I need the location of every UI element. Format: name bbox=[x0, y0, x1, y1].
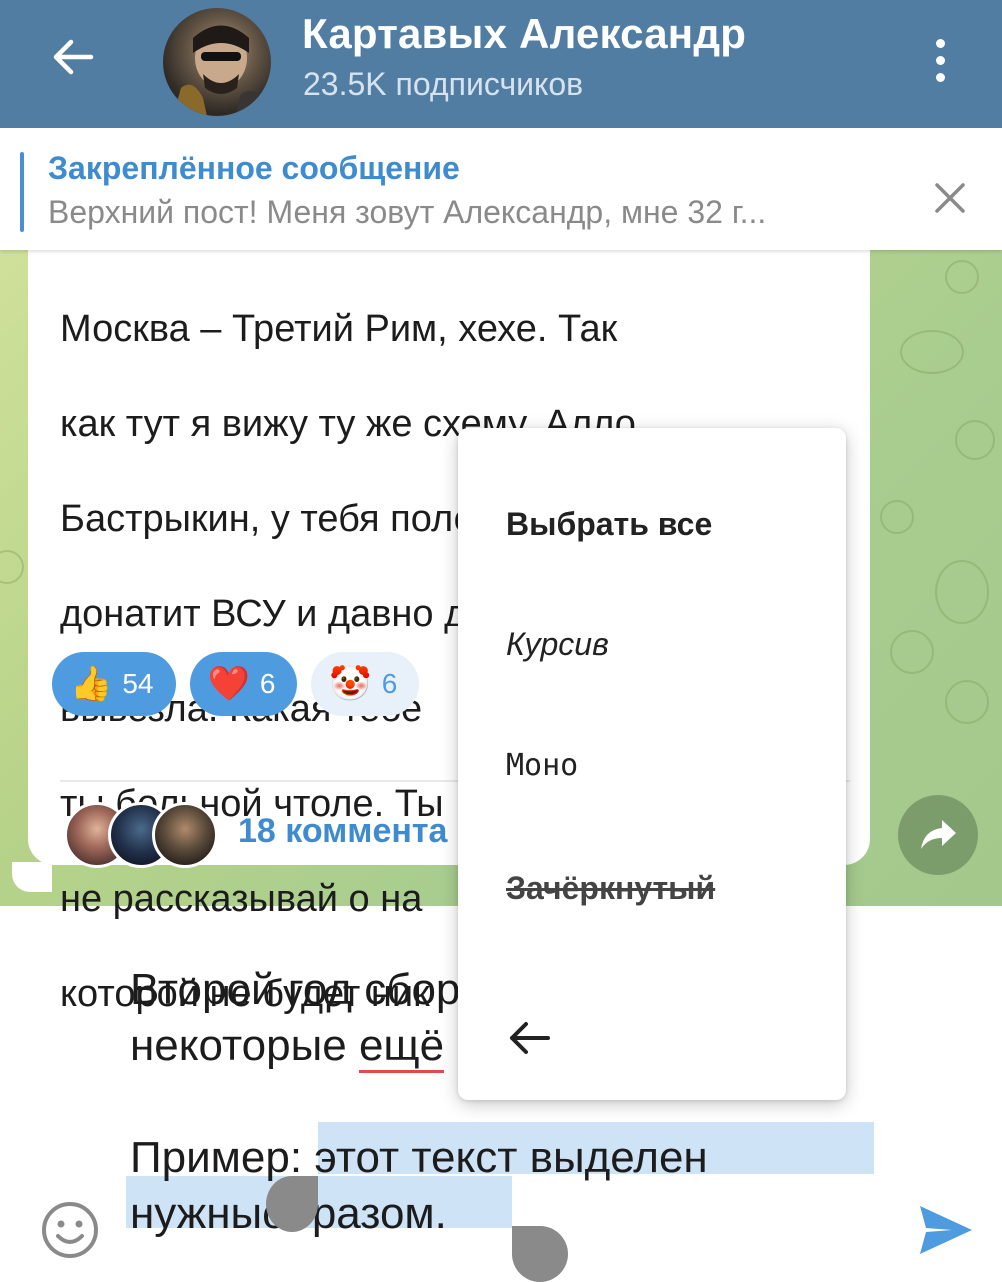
doodle bbox=[935, 560, 989, 624]
reaction-count: 6 bbox=[259, 668, 276, 699]
menu-back-button[interactable] bbox=[506, 1018, 554, 1066]
pinned-title: Закреплённое сообщение bbox=[48, 150, 460, 186]
reaction-count: 6 bbox=[381, 668, 398, 699]
close-icon bbox=[935, 183, 965, 213]
menu-item-italic[interactable]: Курсив bbox=[506, 626, 609, 663]
heart-icon: ❤️ bbox=[207, 665, 250, 703]
more-menu-button[interactable] bbox=[920, 30, 960, 90]
pinned-preview: Верхний пост! Меня зовут Александр, мне … bbox=[48, 194, 767, 230]
text-span: Пример: bbox=[130, 1133, 315, 1182]
chat-header: Картавых Александр 23.5K подписчиков bbox=[0, 0, 1002, 128]
reaction-thumbs-up[interactable]: 👍 54 bbox=[52, 652, 176, 716]
text-span: некоторые bbox=[130, 1021, 359, 1070]
reaction-count: 54 bbox=[122, 668, 154, 699]
smiley-icon bbox=[42, 1202, 98, 1258]
comments-link[interactable]: 18 коммента bbox=[238, 812, 447, 851]
reaction-clown[interactable]: 🤡 6 bbox=[311, 652, 420, 716]
share-arrow-icon bbox=[921, 820, 956, 849]
close-pinned-button[interactable] bbox=[922, 170, 978, 226]
dot bbox=[935, 72, 945, 82]
send-icon bbox=[920, 1206, 972, 1254]
subscriber-count: 23.5K подписчиков bbox=[303, 66, 584, 102]
avatar-image bbox=[173, 25, 267, 116]
selected-text: этот текст выделен bbox=[314, 1133, 708, 1182]
commenter-avatar bbox=[152, 802, 218, 868]
selection-end-handle[interactable] bbox=[512, 1226, 568, 1282]
channel-avatar[interactable] bbox=[163, 8, 271, 116]
selected-text: нужны bbox=[130, 1189, 263, 1238]
doodle bbox=[945, 680, 989, 724]
dot bbox=[935, 38, 945, 48]
send-button[interactable] bbox=[916, 1202, 976, 1258]
text-format-menu: Выбрать все Курсив Моно Зачёркнутый bbox=[458, 428, 846, 1100]
reaction-heart[interactable]: ❤️ 6 bbox=[189, 652, 298, 716]
dot bbox=[935, 55, 945, 65]
share-button[interactable] bbox=[898, 795, 978, 875]
pinned-indicator bbox=[20, 152, 24, 232]
menu-item-strikethrough[interactable]: Зачёркнутый bbox=[506, 870, 715, 907]
menu-item-mono[interactable]: Моно bbox=[506, 748, 578, 783]
selection-start-handle[interactable] bbox=[266, 1176, 318, 1232]
emoji-button[interactable] bbox=[40, 1200, 100, 1260]
clown-icon: 🤡 bbox=[329, 665, 372, 703]
arrow-left-icon bbox=[510, 1022, 550, 1054]
doodle bbox=[945, 260, 979, 294]
doodle bbox=[900, 330, 964, 374]
doodle bbox=[955, 420, 995, 460]
composer-line: Пример: этот текст выделен bbox=[130, 1130, 708, 1186]
pinned-message-bar[interactable]: Закреплённое сообщение Верхний пост! Мен… bbox=[0, 128, 1002, 250]
bubble-tail bbox=[12, 862, 52, 892]
doodle bbox=[890, 630, 934, 674]
thumbs-up-icon: 👍 bbox=[70, 665, 113, 703]
channel-title[interactable]: Картавых Александр bbox=[302, 10, 746, 58]
menu-item-bold[interactable]: Выбрать все bbox=[506, 506, 712, 543]
back-button[interactable] bbox=[38, 22, 108, 92]
composer-line: нужныобразом. bbox=[130, 1186, 708, 1242]
arrow-left-icon bbox=[53, 39, 94, 75]
spellcheck-word: ещё bbox=[358, 1021, 445, 1073]
reactions-row: 👍 54 ❤️ 6 🤡 6 bbox=[52, 652, 420, 716]
commenter-avatars[interactable] bbox=[64, 802, 224, 868]
doodle bbox=[880, 500, 914, 534]
doodle bbox=[0, 550, 24, 584]
message-line: Москва – Третий Рим, хехе. Так bbox=[60, 307, 618, 350]
